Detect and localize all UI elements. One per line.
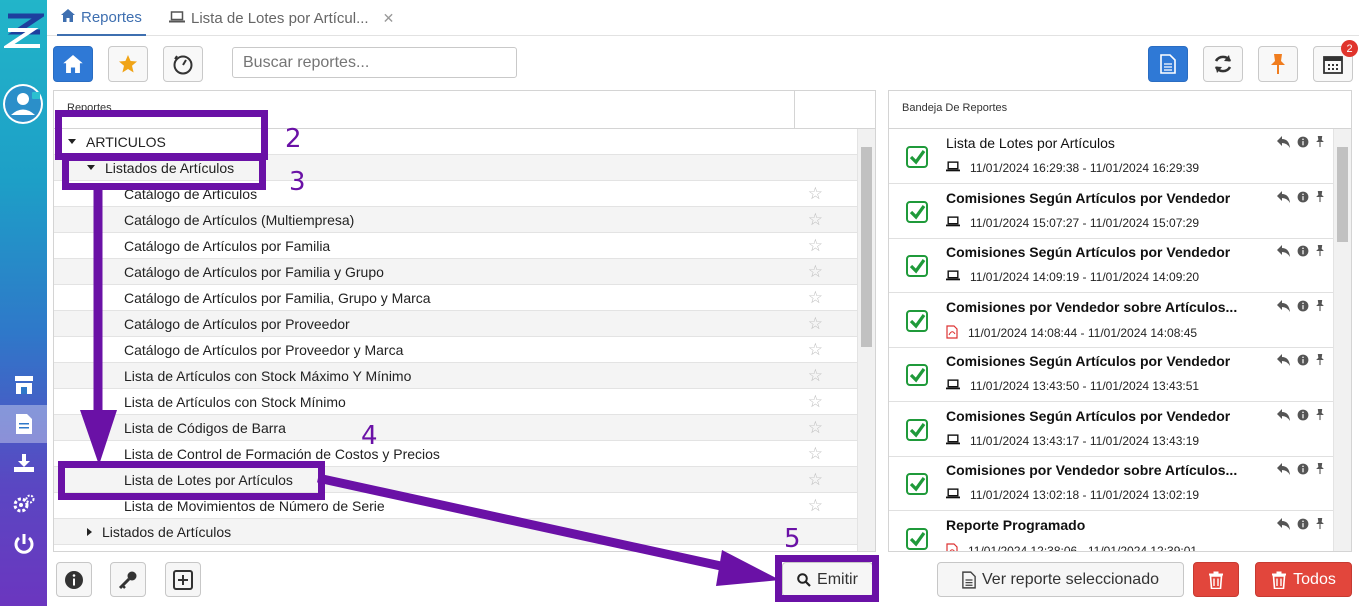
- annotation-step-2: 2: [285, 124, 302, 154]
- annotation-step-4: 4: [361, 421, 378, 451]
- annotation-step-5: 5: [784, 524, 801, 554]
- annotation-arrows: [80, 186, 780, 586]
- annotation-step-3: 3: [289, 167, 306, 197]
